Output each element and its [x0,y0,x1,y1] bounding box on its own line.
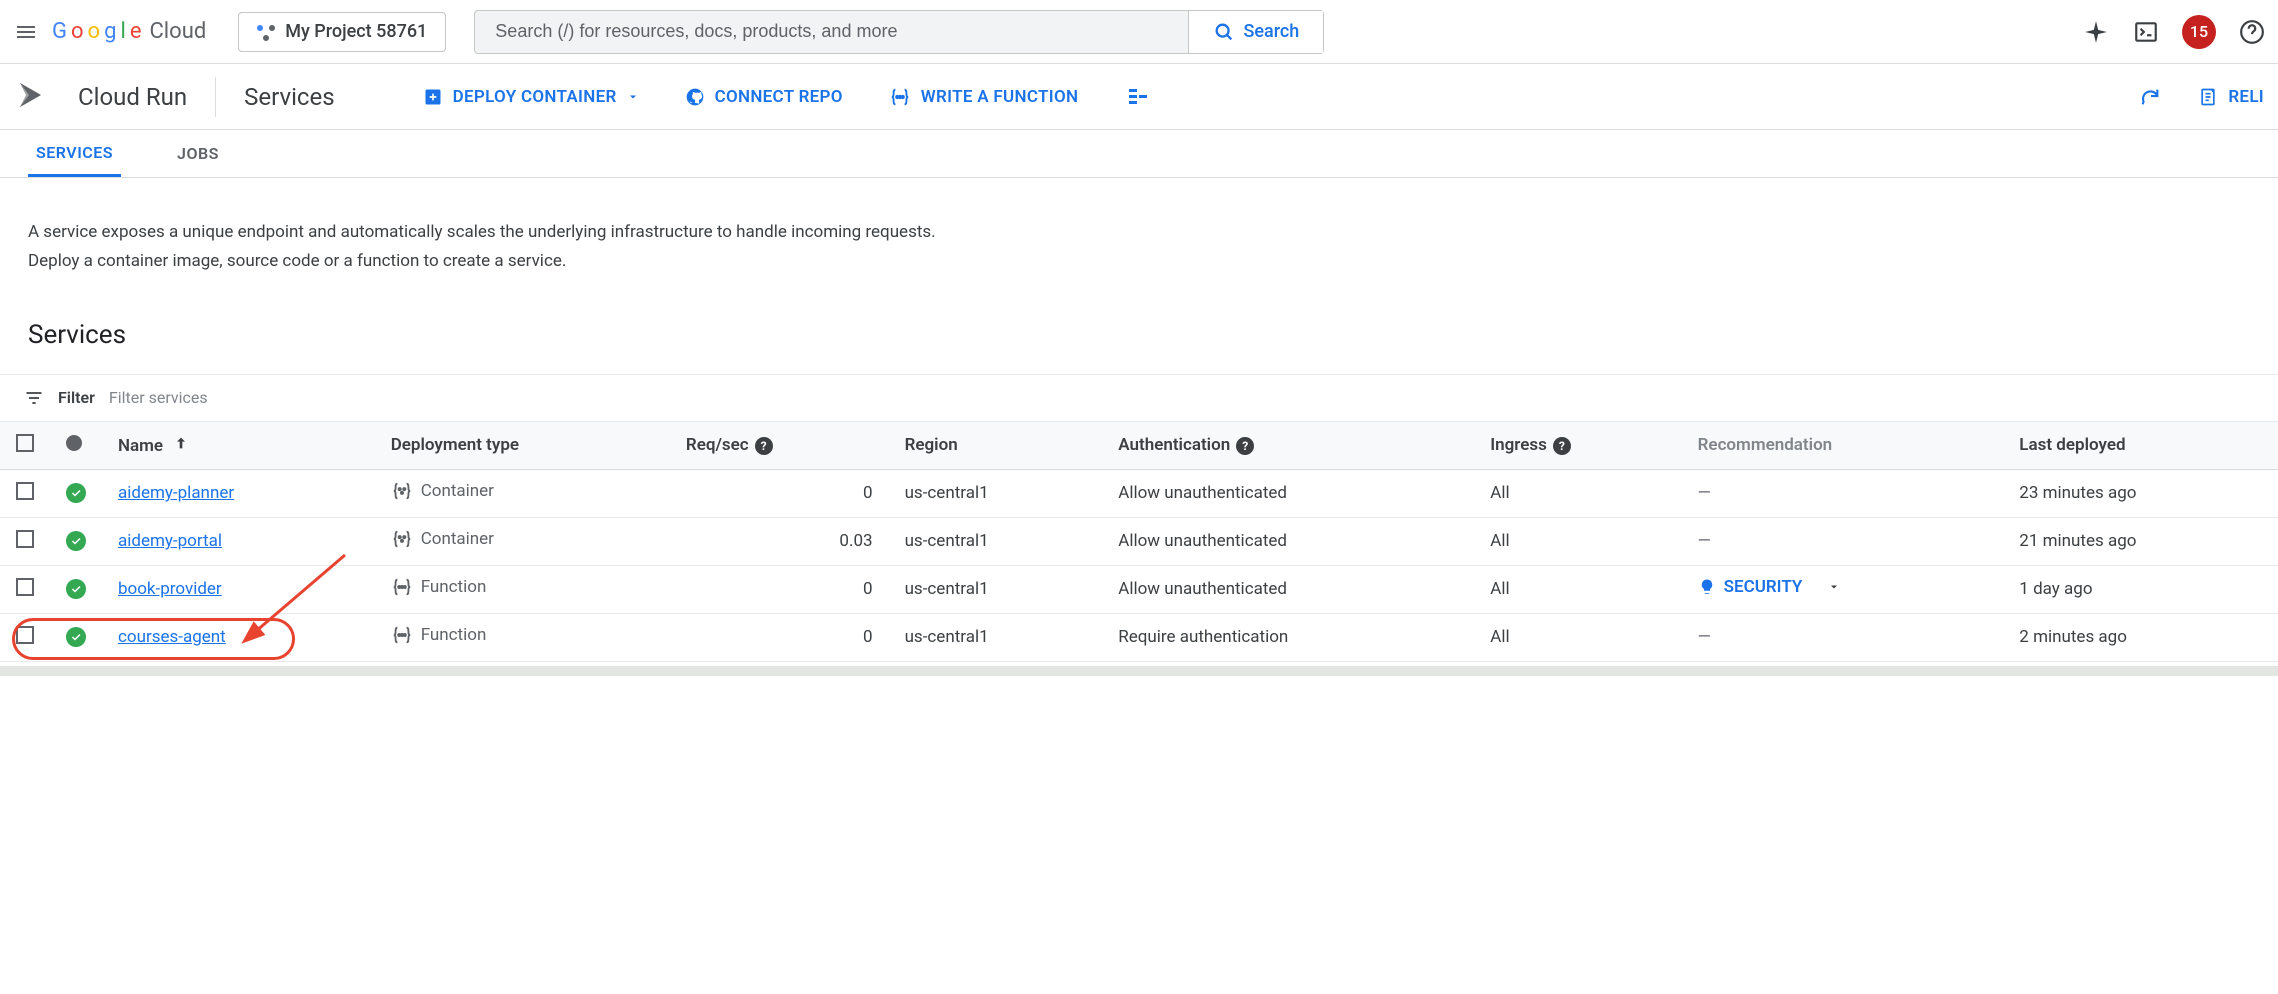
deployment-type: Container [391,480,494,502]
authentication: Allow unauthenticated [1102,517,1474,565]
brand-logo[interactable]: Google Cloud [52,19,206,44]
deployment-type: Function [391,576,487,598]
last-deployed: 1 day ago [2003,565,2278,613]
deployment-type: Function [391,624,487,646]
recommendation-security[interactable]: SECURITY [1698,577,1841,597]
manage-custom-domains-icon[interactable] [1124,83,1152,111]
plus-box-icon [423,87,443,107]
service-link[interactable]: book-provider [118,579,222,599]
tab-services[interactable]: SERVICES [28,130,121,177]
service-link[interactable]: aidemy-planner [118,483,234,503]
search-button[interactable]: Search [1188,11,1323,53]
tab-jobs[interactable]: JOBS [169,130,227,177]
ingress: All [1474,565,1681,613]
help-icon[interactable] [2238,18,2266,46]
project-picker[interactable]: My Project 58761 [238,12,446,52]
help-icon[interactable]: ? [1553,437,1571,455]
deployment-type: Container [391,528,494,550]
search-icon [1213,21,1235,43]
last-deployed: 23 minutes ago [2003,469,2278,517]
authentication: Allow unauthenticated [1102,565,1474,613]
search-input[interactable] [475,11,1188,53]
ingress: All [1474,517,1681,565]
last-deployed: 2 minutes ago [2003,613,2278,661]
col-recommendation[interactable]: Recommendation [1682,422,2004,470]
cloud-run-icon [14,77,50,117]
search-bar: Search [474,10,1324,54]
function-icon [889,86,911,108]
gemini-icon[interactable] [2082,18,2110,46]
table-row: aidemy-planner Container 0us-central1Allow… [0,469,2278,517]
project-name: My Project 58761 [285,21,427,42]
filter-icon [24,388,44,408]
req-sec: 0.03 [670,517,889,565]
deploy-container-button[interactable]: DEPLOY CONTAINER [423,87,639,107]
status-ok-icon [66,531,86,551]
col-req[interactable]: Req/sec? [670,422,889,470]
authentication: Allow unauthenticated [1102,469,1474,517]
notifications-badge[interactable]: 15 [2182,15,2216,49]
region: us-central1 [889,613,1103,661]
col-auth[interactable]: Authentication? [1102,422,1474,470]
nav-menu-button[interactable] [12,18,40,46]
page-title: Services [244,83,334,111]
chevron-down-icon [1828,581,1840,593]
col-region[interactable]: Region [889,422,1103,470]
ingress: All [1474,613,1681,661]
intro-line-2: Deploy a container image, source code or… [28,247,2250,276]
select-all-checkbox[interactable] [16,434,34,452]
req-sec: 0 [670,469,889,517]
table-row: aidemy-portalContainer0.03us-central1All… [0,517,2278,565]
last-deployed: 21 minutes ago [2003,517,2278,565]
cloud-shell-icon[interactable] [2132,18,2160,46]
filter-label: Filter [58,388,95,407]
status-column-icon [66,435,82,451]
help-icon[interactable]: ? [755,437,773,455]
status-ok-icon [66,579,86,599]
product-name: Cloud Run [78,83,187,111]
table-row: book-provider Function 0us-central1Allow u… [0,565,2278,613]
region: us-central1 [889,517,1103,565]
req-sec: 0 [670,613,889,661]
chevron-down-icon [627,91,639,103]
table-row: courses-agent Function 0us-central1Require… [0,613,2278,661]
services-table: Name Deployment type Req/sec? Region Aut… [0,422,2278,662]
github-icon [685,87,705,107]
authentication: Require authentication [1102,613,1474,661]
req-sec: 0 [670,565,889,613]
refresh-button[interactable] [2136,83,2164,111]
services-heading: Services [0,284,2278,374]
filter-input[interactable]: Filter services [109,388,208,407]
region: us-central1 [889,565,1103,613]
col-ingress[interactable]: Ingress? [1474,422,1681,470]
row-checkbox[interactable] [16,530,34,548]
col-name[interactable]: Name [102,422,375,470]
release-notes-button[interactable]: RELI [2198,87,2264,107]
help-icon[interactable]: ? [1236,437,1254,455]
col-deployment[interactable]: Deployment type [375,422,670,470]
picker-icon [257,23,275,41]
status-ok-icon [66,627,86,647]
service-link[interactable]: aidemy-portal [118,531,222,551]
row-checkbox[interactable] [16,482,34,500]
connect-repo-button[interactable]: CONNECT REPO [685,87,843,107]
document-icon [2198,87,2218,107]
sort-asc-icon [173,435,189,451]
col-last[interactable]: Last deployed [2003,422,2278,470]
region: us-central1 [889,469,1103,517]
status-ok-icon [66,483,86,503]
row-checkbox[interactable] [16,626,34,644]
write-function-button[interactable]: WRITE A FUNCTION [889,86,1079,108]
row-checkbox[interactable] [16,578,34,596]
intro-line-1: A service exposes a unique endpoint and … [28,218,2250,247]
service-link[interactable]: courses-agent [118,627,226,647]
ingress: All [1474,469,1681,517]
bulb-icon [1698,578,1716,596]
